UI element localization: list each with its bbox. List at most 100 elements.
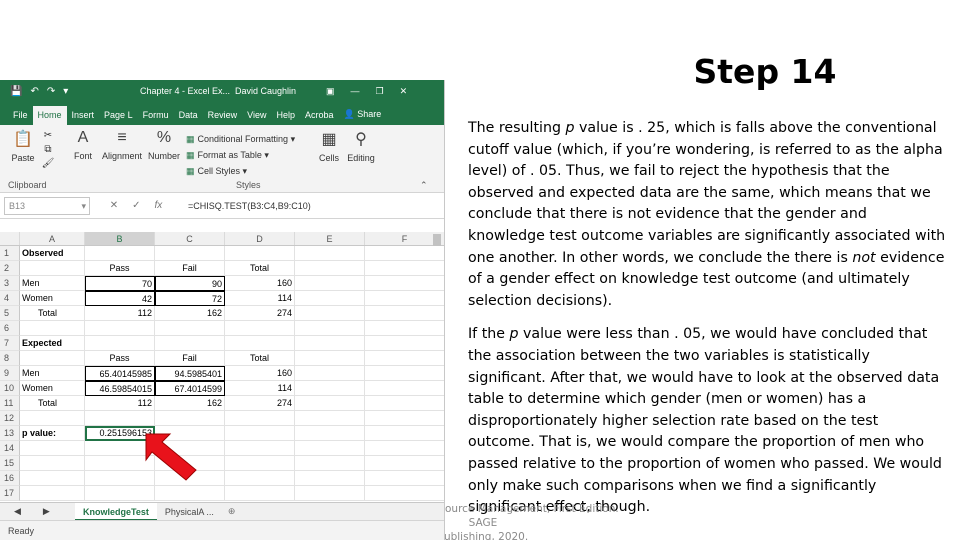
cell[interactable] — [295, 426, 365, 441]
row-header[interactable]: 17 — [0, 486, 20, 501]
cell[interactable] — [295, 411, 365, 426]
minimize-icon[interactable]: — — [351, 86, 360, 97]
collapse-ribbon-icon[interactable]: ⌃ — [420, 180, 428, 191]
tab-insert[interactable]: Insert — [67, 110, 100, 125]
cell[interactable] — [20, 486, 85, 501]
select-all-corner[interactable] — [0, 232, 20, 245]
redo-icon[interactable]: ↷ — [47, 86, 55, 97]
prev-sheet-icon[interactable]: ◀ — [14, 506, 21, 517]
cell[interactable]: 274 — [225, 396, 295, 411]
cancel-icon[interactable]: ✕ — [110, 200, 118, 211]
cell[interactable] — [85, 246, 155, 261]
row-header[interactable]: 1 — [0, 246, 20, 261]
cell[interactable]: 72 — [155, 291, 225, 306]
cell[interactable]: 274 — [225, 306, 295, 321]
font-button[interactable]: A Font — [68, 129, 98, 161]
cell[interactable] — [155, 246, 225, 261]
tab-view[interactable]: View — [242, 110, 271, 125]
cell[interactable]: Total — [225, 351, 295, 366]
row-header[interactable]: 13 — [0, 426, 20, 441]
number-button[interactable]: % Number — [146, 129, 182, 161]
cell[interactable]: 162 — [155, 396, 225, 411]
conditional-formatting-button[interactable]: ▦ Conditional Formatting ▾ — [186, 131, 295, 147]
row-header[interactable]: 16 — [0, 471, 20, 486]
next-sheet-icon[interactable]: ▶ — [43, 506, 50, 517]
row-header[interactable]: 7 — [0, 336, 20, 351]
cell[interactable]: Men — [20, 366, 85, 381]
cell[interactable] — [20, 261, 85, 276]
cell[interactable]: Total — [20, 306, 85, 321]
cell[interactable] — [295, 306, 365, 321]
cell[interactable] — [295, 441, 365, 456]
cell[interactable] — [225, 411, 295, 426]
cell[interactable] — [225, 336, 295, 351]
column-header[interactable]: A — [20, 232, 85, 245]
row-header[interactable]: 14 — [0, 441, 20, 456]
cell[interactable] — [225, 471, 295, 486]
cell[interactable] — [85, 411, 155, 426]
cell[interactable]: Men — [20, 276, 85, 291]
cell[interactable] — [295, 381, 365, 396]
undo-icon[interactable]: ↶ — [30, 86, 38, 97]
paste-button[interactable]: 📋 Paste — [8, 129, 38, 163]
restore-icon[interactable]: ❐ — [376, 86, 384, 97]
cell[interactable] — [155, 321, 225, 336]
row-header[interactable]: 11 — [0, 396, 20, 411]
cell[interactable] — [225, 441, 295, 456]
cut-icon[interactable]: ✂ — [38, 129, 58, 143]
cell[interactable] — [225, 426, 295, 441]
column-header[interactable]: B — [85, 232, 155, 245]
cells-button[interactable]: ▦ Cells — [316, 129, 342, 163]
cell[interactable] — [20, 321, 85, 336]
row-header[interactable]: 5 — [0, 306, 20, 321]
vertical-scrollbar[interactable] — [432, 234, 442, 499]
add-sheet-icon[interactable]: ⊕ — [228, 506, 236, 517]
cell[interactable] — [225, 321, 295, 336]
share-button[interactable]: 👤 Share — [339, 109, 387, 125]
scroll-thumb[interactable] — [433, 234, 441, 246]
ribbon-display-icon[interactable]: ▣ — [326, 86, 335, 97]
column-header[interactable]: E — [295, 232, 365, 245]
cell[interactable] — [295, 486, 365, 501]
format-as-table-button[interactable]: ▦ Format as Table ▾ — [186, 147, 295, 163]
name-box[interactable]: B13 ▾ — [4, 196, 90, 215]
tab-file[interactable]: File — [8, 110, 33, 125]
cell[interactable] — [295, 351, 365, 366]
cell[interactable]: Women — [20, 381, 85, 396]
insert-function-icon[interactable]: fx — [155, 200, 163, 211]
cell[interactable] — [225, 246, 295, 261]
cell[interactable]: Pass — [85, 261, 155, 276]
alignment-button[interactable]: ≡ Alignment — [98, 129, 146, 161]
cell[interactable] — [295, 456, 365, 471]
cell[interactable]: 70 — [85, 276, 155, 291]
sheet-tab-knowledge-test[interactable]: KnowledgeTest — [75, 502, 157, 521]
cell[interactable]: Fail — [155, 261, 225, 276]
column-header[interactable]: D — [225, 232, 295, 245]
tab-formulas[interactable]: Formu — [138, 110, 174, 125]
cell-styles-button[interactable]: ▦ Cell Styles ▾ — [186, 163, 295, 179]
formula-input[interactable]: =CHISQ.TEST(B3:C4,B9:C10) — [182, 201, 444, 211]
cell[interactable]: 160 — [225, 276, 295, 291]
cell[interactable]: Total — [20, 396, 85, 411]
cell[interactable]: Expected — [20, 336, 85, 351]
tab-data[interactable]: Data — [174, 110, 203, 125]
tab-help[interactable]: Help — [271, 110, 300, 125]
cell[interactable] — [20, 456, 85, 471]
tab-review[interactable]: Review — [203, 110, 243, 125]
row-header[interactable]: 8 — [0, 351, 20, 366]
tab-home[interactable]: Home — [32, 106, 67, 125]
column-header[interactable]: C — [155, 232, 225, 245]
cell[interactable] — [295, 336, 365, 351]
format-painter-icon[interactable]: 🖌 — [38, 157, 58, 171]
tab-acrobat[interactable]: Acroba — [300, 110, 339, 125]
cell[interactable]: 42 — [85, 291, 155, 306]
cell[interactable] — [20, 471, 85, 486]
close-icon[interactable]: ✕ — [400, 86, 408, 97]
row-header[interactable]: 4 — [0, 291, 20, 306]
save-icon[interactable]: 💾 — [10, 86, 22, 97]
cell[interactable]: 162 — [155, 306, 225, 321]
cell[interactable] — [225, 456, 295, 471]
cell[interactable] — [295, 261, 365, 276]
row-header[interactable]: 2 — [0, 261, 20, 276]
cell[interactable]: 65.40145985 — [85, 366, 155, 381]
